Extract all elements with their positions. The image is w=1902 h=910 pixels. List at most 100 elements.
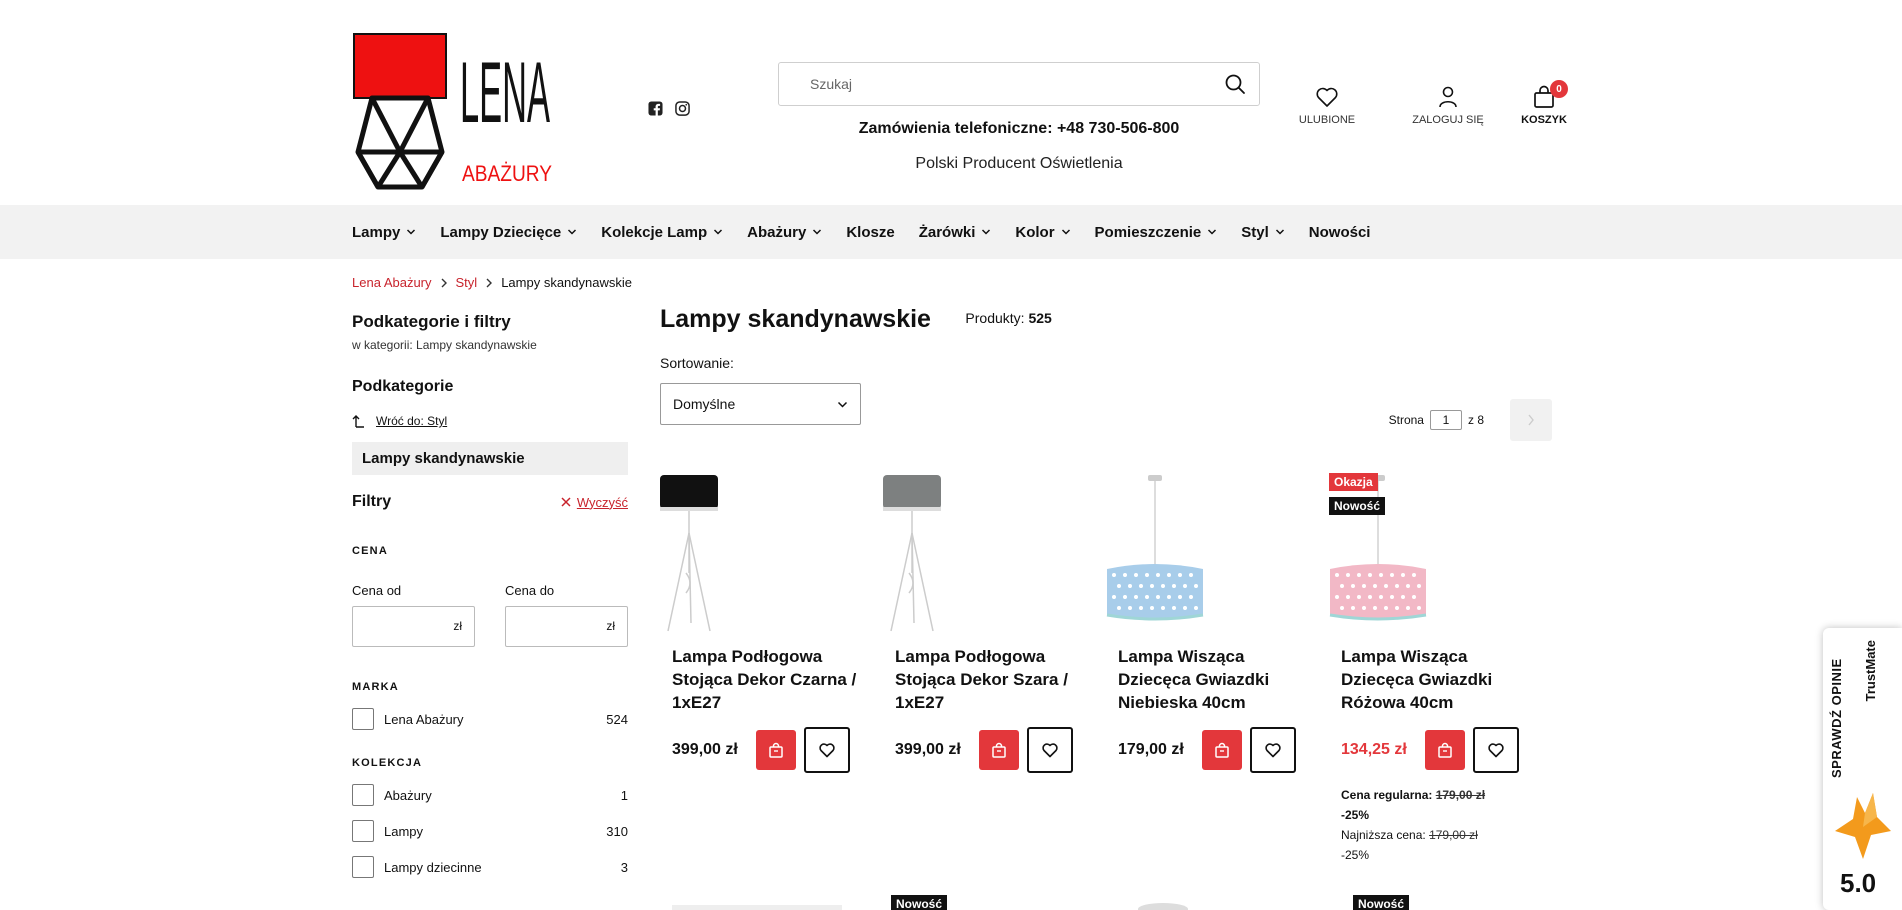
trustmate-label: SPRAWDŹ OPINIE (1829, 658, 1844, 778)
filter-option-count: 524 (606, 711, 628, 727)
currency-label: zł (453, 619, 462, 633)
add-to-favorites-button[interactable] (804, 727, 850, 773)
product-name[interactable]: Lampa Wisząca Dziecęca Gwiazdki Różowa 4… (1329, 645, 1552, 715)
cart-label: KOSZYK (1521, 114, 1567, 126)
heart-icon (1042, 743, 1058, 758)
chevron-down-icon (568, 229, 577, 235)
sort-select[interactable]: Domyślne (660, 383, 861, 425)
site-header: LENA ABAŻURY Zamówienia telefoniczne: +4… (0, 0, 1902, 205)
clear-filters-label: Wyczyść (576, 494, 628, 510)
site-logo[interactable]: LENA ABAŻURY (352, 32, 562, 192)
price-from-input[interactable] (353, 607, 443, 646)
product-image-wrap[interactable] (1106, 473, 1286, 633)
product-card[interactable]: Lampa Wisząca Dziecęca Gwiazdki Niebiesk… (1106, 473, 1329, 865)
nav-item-8[interactable]: Styl (1241, 224, 1285, 241)
add-to-favorites-button[interactable] (1250, 727, 1296, 773)
filter-option[interactable]: Lampy 310 (352, 813, 628, 849)
search-input[interactable] (779, 63, 1223, 105)
chevron-down-icon (407, 229, 416, 235)
product-image-wrap[interactable] (660, 473, 840, 633)
facebook-icon[interactable] (648, 101, 663, 116)
page-total: z 8 (1467, 413, 1484, 427)
product-listing: Lampy skandynawskie Produkty: 525 Sortow… (660, 305, 1552, 910)
product-count-value: 525 (1028, 310, 1052, 326)
product-image-wrap[interactable]: Okazja Nowość (1329, 473, 1509, 633)
active-subcategory[interactable]: Lampy skandynawskie (352, 442, 628, 475)
favorites-link[interactable]: ULUBIONE (1290, 84, 1364, 126)
add-to-cart-button[interactable] (1425, 730, 1465, 770)
chevron-right-icon (486, 278, 493, 287)
nav-item-label: Pomieszczenie (1094, 223, 1202, 241)
product-name[interactable]: Lampa Podłogowa Stojąca Dekor Szara / 1x… (883, 645, 1106, 715)
filters-sidebar: Podkategorie i filtry w kategorii: Lampy… (352, 312, 628, 885)
price-from-field[interactable]: zł (352, 606, 475, 647)
trustmate-score: 5.0 (1840, 868, 1877, 898)
product-image-wrap[interactable] (883, 473, 1063, 633)
breadcrumb-home[interactable]: Lena Abażury (352, 275, 432, 290)
trustmate-widget[interactable]: SPRAWDŹ OPINIE TrustMate 5.0 (1823, 628, 1902, 910)
breadcrumb-parent[interactable]: Styl (456, 275, 478, 290)
product-price: 134,25 zł (1341, 741, 1407, 758)
favorites-label: ULUBIONE (1298, 114, 1356, 126)
nav-item-9[interactable]: Nowości (1309, 224, 1371, 241)
checkbox[interactable] (352, 708, 374, 730)
product-grid: Lampa Podłogowa Stojąca Dekor Czarna / 1… (660, 473, 1552, 865)
main-navigation: Lampy Lampy Dziecięce Kolekcje Lamp Abażury… (0, 205, 1902, 259)
chevron-right-icon (441, 278, 447, 287)
price-to-input[interactable] (506, 607, 596, 646)
lowest-price-label: Najniższa cena: (1341, 828, 1426, 842)
product-card[interactable]: Okazja Nowość Lampa Wisząca Dziecęca Gwiaz… (1329, 473, 1552, 865)
nav-item-1[interactable]: Lampy Dziecięce (440, 224, 577, 241)
phone-orders[interactable]: Zamówienia telefoniczne: +48 730-506-800 (778, 120, 1260, 138)
login-link[interactable]: ZALOGUJ SIĘ (1394, 84, 1502, 126)
price-to-field[interactable]: zł (505, 606, 628, 647)
back-link[interactable]: Wróć do: Styl (352, 414, 628, 428)
add-to-favorites-button[interactable] (1473, 727, 1519, 773)
checkbox[interactable] (352, 820, 374, 842)
add-to-cart-button[interactable] (756, 730, 796, 770)
product-name[interactable]: Lampa Wisząca Dziecęca Gwiazdki Niebiesk… (1106, 645, 1329, 715)
logo-subtext: ABAŻURY (462, 161, 552, 186)
nav-item-0[interactable]: Lampy (352, 224, 416, 241)
clear-filters-button[interactable]: Wyczyść (561, 495, 628, 510)
filter-option-label: Abażury (384, 787, 432, 803)
nav-item-5[interactable]: Żarówki (919, 224, 992, 241)
nav-item-4[interactable]: Klosze (846, 224, 894, 241)
checkbox[interactable] (352, 784, 374, 806)
add-to-cart-button[interactable] (1202, 730, 1242, 770)
regular-discount: -25% (1341, 808, 1370, 822)
new-badge: Nowość (891, 895, 948, 910)
nav-item-3[interactable]: Abażury (747, 224, 822, 241)
nav-item-label: Styl (1241, 223, 1269, 241)
search-icon[interactable] (1223, 72, 1247, 96)
product-card[interactable]: Lampa Podłogowa Stojąca Dekor Szara / 1x… (883, 473, 1106, 865)
cart-link[interactable]: 0 KOSZYK (1514, 80, 1574, 126)
product-count: Produkty: 525 (965, 310, 1051, 326)
add-to-favorites-button[interactable] (1027, 727, 1073, 773)
nav-item-2[interactable]: Kolekcje Lamp (601, 224, 723, 241)
filter-option[interactable]: Abażury 1 (352, 777, 628, 813)
page-number-input[interactable]: 1 (1429, 410, 1462, 430)
shopping-bag-icon (769, 742, 783, 758)
price-filter-heading: CENA (352, 545, 388, 557)
regular-price-label: Cena regularna: (1341, 788, 1433, 802)
chevron-down-icon (813, 229, 822, 235)
nav-item-7[interactable]: Pomieszczenie (1095, 224, 1218, 241)
instagram-icon[interactable] (675, 101, 690, 116)
product-card[interactable]: Lampa Podłogowa Stojąca Dekor Czarna / 1… (660, 473, 883, 865)
checkbox[interactable] (352, 856, 374, 878)
product-actions: 399,00 zł (660, 727, 883, 773)
nav-item-6[interactable]: Kolor (1015, 224, 1070, 241)
filter-option[interactable]: Lampy dziecinne 3 (352, 849, 628, 885)
filter-option[interactable]: Lena Abażury 524 (352, 701, 628, 737)
product-image (1106, 475, 1204, 621)
sort-label: Sortowanie: (660, 355, 734, 371)
product-actions: 399,00 zł (883, 727, 1106, 773)
add-to-cart-button[interactable] (979, 730, 1019, 770)
heart-icon (1488, 743, 1504, 758)
next-page-button[interactable] (1510, 399, 1552, 441)
shopping-bag-icon (1215, 742, 1229, 758)
price-to-label: Cena do (505, 583, 555, 598)
product-name[interactable]: Lampa Podłogowa Stojąca Dekor Czarna / 1… (660, 645, 883, 715)
tagline: Polski Producent Oświetlenia (915, 155, 1123, 172)
